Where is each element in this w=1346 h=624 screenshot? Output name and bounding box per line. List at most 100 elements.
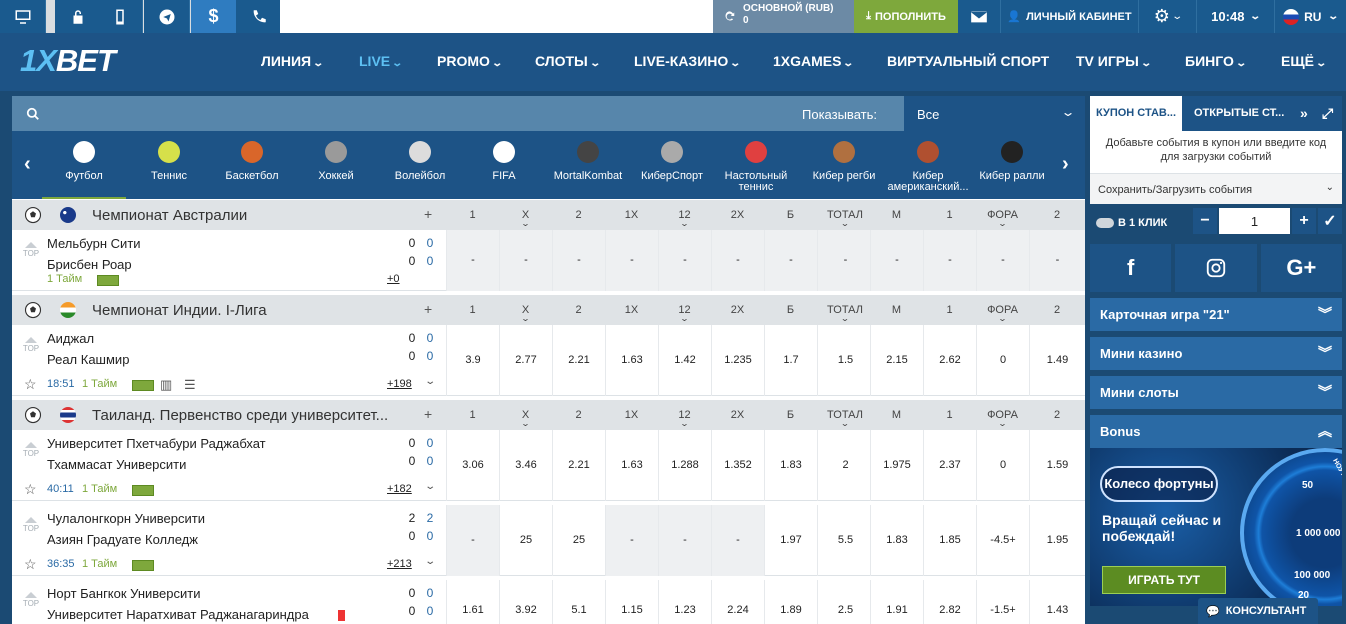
list-icon[interactable]: ☰	[184, 377, 196, 393]
favorite-star-icon[interactable]: ☆	[24, 481, 37, 498]
nav-slots[interactable]: СЛОТЫ⌄	[535, 53, 601, 69]
odd-cell[interactable]: 1.63	[605, 430, 658, 501]
google-plus-icon[interactable]: G+	[1260, 244, 1342, 292]
team-home[interactable]: Университет Пхетчабури Раджабхат	[47, 436, 266, 451]
odd-cell[interactable]: 3.92	[499, 580, 552, 624]
sport-tab[interactable]: Волейбол	[378, 131, 462, 199]
odd-cell[interactable]: -1.5+	[976, 580, 1029, 624]
logo[interactable]: 1XBET	[20, 43, 116, 79]
sport-tab[interactable]: Теннис	[127, 131, 211, 199]
nav-1xgames[interactable]: 1XGAMES⌄	[773, 53, 855, 69]
one-click-toggle[interactable]	[1096, 218, 1114, 228]
team-away[interactable]: Университет Наратхиват Раджанагариндра	[47, 607, 309, 622]
chevron-down-icon[interactable]: ⌄	[424, 376, 436, 387]
match-row[interactable]: TOP Университет Пхетчабури Раджабхат Тхамм…	[12, 430, 1085, 501]
odd-cell[interactable]: 1.7	[764, 325, 817, 396]
odd-cell[interactable]: 25	[552, 505, 605, 576]
odd-cell[interactable]: 1.63	[605, 325, 658, 396]
nav-more[interactable]: ЕЩЁ⌄	[1281, 53, 1327, 69]
consultant-button[interactable]: 💬 КОНСУЛЬТАНТ	[1198, 598, 1318, 624]
odd-cell[interactable]: 2.62	[923, 325, 976, 396]
tab-open-bets[interactable]: ОТКРЫТЫЕ СТ...	[1186, 96, 1296, 131]
mail-icon[interactable]	[958, 0, 1000, 33]
add-league-icon[interactable]: +	[424, 206, 432, 222]
sport-tab[interactable]: Хоккей	[294, 131, 378, 199]
chevron-down-icon[interactable]: ⌄	[424, 556, 436, 567]
field-icon[interactable]	[132, 380, 154, 391]
desktop-icon[interactable]	[0, 0, 46, 33]
search-icon[interactable]	[26, 107, 40, 121]
odd-cell[interactable]: 5.1	[552, 580, 605, 624]
telegram-icon[interactable]	[144, 0, 190, 33]
chevron-down-icon[interactable]: ⌄	[424, 481, 436, 492]
odd-cell[interactable]: 1.59	[1029, 430, 1085, 501]
team-home[interactable]: Аиджал	[47, 331, 94, 346]
match-row[interactable]: TOP Норт Бангкок Университи Университет На…	[12, 580, 1085, 624]
nav-line[interactable]: ЛИНИЯ⌄	[261, 53, 324, 69]
field-icon[interactable]	[132, 560, 154, 571]
show-select[interactable]: Все ⌄	[904, 96, 1085, 131]
settings-button[interactable]: ⚙ ⌄	[1138, 0, 1196, 33]
facebook-icon[interactable]: f	[1090, 244, 1172, 292]
team-away[interactable]: Азиян Градуате Колледж	[47, 532, 198, 547]
sport-tab[interactable]: Футбол	[42, 131, 126, 199]
more-markets-link[interactable]: +198	[387, 378, 412, 390]
double-chevron-right-icon[interactable]: »	[1300, 105, 1308, 121]
add-league-icon[interactable]: +	[424, 406, 432, 422]
nav-bingo[interactable]: БИНГО⌄	[1185, 53, 1247, 69]
nav-live-casino[interactable]: LIVE-КАЗИНО⌄	[634, 53, 741, 69]
nav-virtual-sport[interactable]: ВИРТУАЛЬНЫЙ СПОРТ	[887, 53, 1049, 69]
expand-icon[interactable]: ⤢	[1322, 105, 1333, 122]
favorite-star-icon[interactable]: ☆	[24, 556, 37, 573]
instagram-icon[interactable]	[1175, 244, 1257, 292]
confirm-button[interactable]: ✓	[1318, 208, 1342, 234]
field-icon[interactable]	[97, 275, 119, 286]
sport-tab[interactable]: КиберСпорт	[630, 131, 714, 199]
odd-cell[interactable]: 1.352	[711, 430, 764, 501]
odd-cell[interactable]: 1.43	[1029, 580, 1085, 624]
sport-tab[interactable]: Кибер американский...	[886, 131, 970, 199]
team-home[interactable]: Мельбурн Сити	[47, 236, 141, 251]
odd-cell[interactable]: 25	[499, 505, 552, 576]
odd-cell[interactable]: 1.95	[1029, 505, 1085, 576]
accordion-bonus[interactable]: Bonus ︽	[1090, 415, 1342, 448]
odd-cell[interactable]: 2.15	[870, 325, 923, 396]
balance-block[interactable]: ОСНОВНОЙ (RUB) 0	[713, 0, 854, 33]
language-selector[interactable]: RU ⌄	[1274, 0, 1346, 33]
chevron-right-icon[interactable]: ›	[1062, 153, 1069, 176]
field-icon[interactable]	[132, 485, 154, 496]
stake-stepper[interactable]: − 1 + ✓	[1193, 208, 1342, 234]
match-row[interactable]: TOP Мельбурн Сити Брисбен Роар 0 0 0 0 1 Тайм +0…	[12, 230, 1085, 291]
personal-cabinet-button[interactable]: 👤 ЛИЧНЫЙ КАБИНЕТ	[1000, 0, 1138, 33]
sport-tab[interactable]: MortalKombat	[546, 131, 630, 199]
save-load-events[interactable]: Сохранить/Загрузить события ⌄	[1090, 173, 1342, 204]
minus-button[interactable]: −	[1193, 208, 1217, 234]
league-title[interactable]: Таиланд. Первенство среди университет...	[92, 407, 417, 424]
lock-icon[interactable]	[55, 0, 101, 33]
odd-cell[interactable]: 1.49	[1029, 325, 1085, 396]
odd-cell[interactable]: 1.85	[923, 505, 976, 576]
odd-cell[interactable]: 2.37	[923, 430, 976, 501]
team-away[interactable]: Тхаммасат Университи	[47, 457, 186, 472]
odd-cell[interactable]: 1.15	[605, 580, 658, 624]
odd-cell[interactable]: 2.82	[923, 580, 976, 624]
sport-tab[interactable]: FIFA	[462, 131, 546, 199]
refresh-icon[interactable]	[722, 9, 736, 23]
odd-cell[interactable]: 3.06	[446, 430, 499, 501]
add-league-icon[interactable]: +	[424, 301, 432, 317]
odd-cell[interactable]: 1.235	[711, 325, 764, 396]
odd-cell[interactable]: 2	[817, 430, 873, 501]
team-away[interactable]: Брисбен Роар	[47, 257, 132, 272]
sport-tab[interactable]: Кибер ралли	[970, 131, 1054, 199]
topup-button[interactable]: ⤓ ПОПОЛНИТЬ	[854, 0, 958, 33]
odd-cell[interactable]: 1.42	[658, 325, 711, 396]
odd-cell[interactable]: 1.89	[764, 580, 817, 624]
league-title[interactable]: Чемпионат Индии. I-Лига	[92, 302, 417, 319]
wheel-of-fortune-banner[interactable]: 50 1 000 000 100 000 20 НОУТБУК Колесо ф…	[1090, 448, 1342, 606]
team-home[interactable]: Чулалонгкорн Университи	[47, 511, 205, 526]
odd-cell[interactable]: 2.21	[552, 430, 605, 501]
phone-icon[interactable]	[236, 0, 282, 33]
odd-cell[interactable]: 0	[976, 430, 1029, 501]
odd-cell[interactable]: -4.5+	[976, 505, 1029, 576]
more-markets-link[interactable]: +182	[387, 483, 412, 495]
